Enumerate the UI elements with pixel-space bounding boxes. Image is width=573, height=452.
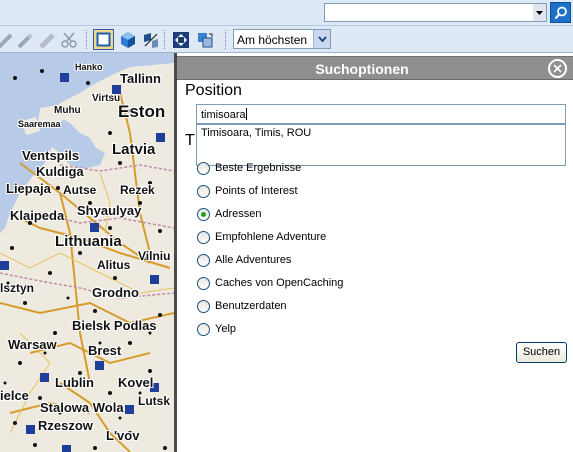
map-label: Tallinn — [120, 71, 161, 86]
map-label: Vilniu — [138, 249, 171, 263]
map-label: Rezek — [120, 183, 155, 197]
map-label: Klaipeda — [10, 208, 65, 223]
map-canvas[interactable]: Hanko Tallinn Virtsu Muhu Eston Saaremaa… — [0, 53, 174, 452]
dropdown-arrow-icon[interactable] — [533, 3, 547, 22]
map-label: Grodno — [92, 285, 139, 300]
map-label: Warsaw — [8, 337, 57, 352]
map-label: Eston — [118, 102, 166, 121]
top-bar — [0, 0, 573, 26]
option-label: Empfohlene Adventure — [215, 231, 327, 243]
panel-title: Suchoptionen — [315, 61, 409, 77]
map-label: Shyaulyay — [77, 203, 142, 218]
toolbar-separator — [225, 30, 227, 49]
swap-icon[interactable] — [194, 29, 215, 50]
scissors-icon[interactable] — [58, 29, 79, 50]
fullscreen-icon[interactable] — [170, 29, 191, 50]
map-label: Lithuania — [55, 233, 122, 250]
3d-cube-icon[interactable] — [117, 29, 138, 50]
option-label: Adressen — [215, 208, 262, 220]
map-label: Kovel — [118, 375, 154, 390]
toolbar: Am höchsten — [0, 26, 573, 53]
option-label: Points of Interest — [215, 185, 298, 197]
option-label: Benutzerdaten — [215, 300, 287, 312]
map-label: Muhu — [54, 105, 81, 116]
map-label: Virtsu — [92, 93, 121, 104]
search-options-panel: Suchoptionen Position T timisoara Timiso… — [177, 53, 573, 452]
map-label: Rzeszow — [38, 418, 93, 433]
suggestion-dropdown: Timisoara, Timis, ROU — [196, 124, 566, 166]
radio-button[interactable] — [197, 277, 210, 290]
option-label: Beste Ergebnisse — [215, 162, 302, 174]
map-label: Saaremaa — [18, 119, 61, 129]
magnifier-icon[interactable] — [550, 2, 571, 23]
radio-button[interactable] — [197, 254, 210, 267]
suggestion-item[interactable]: Timisoara, Timis, ROU — [201, 127, 311, 139]
map-label: Lutsk — [138, 394, 171, 408]
pencil-icon[interactable] — [0, 29, 15, 50]
map-label: Stalowa Wola — [40, 400, 124, 415]
option-label: Caches von OpenCaching — [215, 277, 344, 289]
close-icon[interactable] — [548, 59, 567, 78]
map-label: Bielsk Podlas — [72, 318, 157, 333]
radio-button[interactable] — [197, 300, 210, 313]
map-label: Latvia — [112, 141, 156, 158]
radio-button[interactable] — [197, 323, 210, 336]
map-view-icon[interactable] — [93, 29, 114, 50]
chevron-down-icon[interactable] — [313, 30, 330, 48]
map-label: Ventspils — [22, 148, 80, 163]
toolbar-separator — [86, 30, 88, 49]
layers-icon[interactable] — [140, 29, 161, 50]
map-label: Hanko — [75, 62, 103, 72]
eraser-icon[interactable] — [36, 29, 57, 50]
radio-button[interactable] — [197, 162, 210, 175]
position-input[interactable]: timisoara — [196, 104, 566, 124]
radio-button-checked[interactable] — [197, 208, 210, 221]
radio-button[interactable] — [197, 231, 210, 244]
map-label: Brest — [88, 343, 122, 358]
altitude-select[interactable]: Am höchsten — [233, 29, 331, 49]
type-label: T — [185, 132, 195, 149]
map-label: Liepaja — [6, 181, 51, 196]
panel-header: Suchoptionen — [177, 56, 573, 80]
radio-button[interactable] — [197, 185, 210, 198]
map-label: ielce — [0, 388, 29, 403]
position-input-value: timisoara — [201, 109, 246, 121]
map-label: lsztyn — [0, 281, 35, 295]
option-label: Alle Adventures — [215, 254, 292, 266]
search-button[interactable]: Suchen — [516, 342, 567, 363]
altitude-select-value: Am höchsten — [237, 33, 308, 47]
toolbar-separator — [164, 30, 166, 49]
option-label: Yelp — [215, 323, 237, 335]
map-label: L'vov — [106, 428, 140, 443]
map-label: Lublin — [55, 375, 94, 390]
route-pencil-icon[interactable] — [14, 29, 35, 50]
map-label: Autse — [63, 183, 97, 197]
map-label: Kuldiga — [36, 164, 84, 179]
map-label: Alitus — [97, 258, 131, 272]
position-label: Position — [185, 82, 242, 99]
text-caret — [245, 108, 247, 120]
top-search-input[interactable] — [324, 3, 534, 22]
